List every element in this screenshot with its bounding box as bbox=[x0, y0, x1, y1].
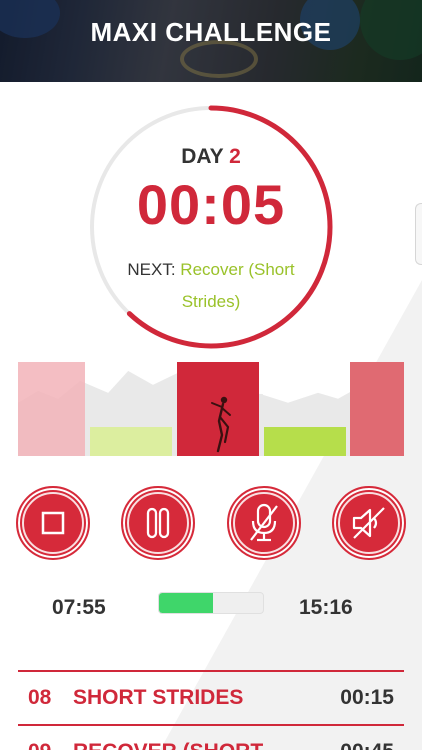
exercise-number: 08 bbox=[28, 686, 52, 709]
page-title: MAXI CHALLENGE bbox=[90, 17, 332, 47]
workout-progress-bar bbox=[158, 592, 264, 614]
list-divider bbox=[18, 724, 404, 726]
stop-button[interactable] bbox=[16, 486, 90, 560]
mute-sound-button[interactable] bbox=[332, 486, 406, 560]
list-divider bbox=[18, 670, 404, 672]
exercise-name: SHORT STRIDES bbox=[73, 686, 244, 709]
exercise-number: 09 bbox=[28, 740, 51, 750]
pause-icon bbox=[146, 507, 170, 539]
list-item[interactable]: 08 SHORT STRIDES 00:15 bbox=[18, 673, 404, 723]
stop-icon bbox=[41, 511, 65, 535]
list-item[interactable]: 09 RECOVER (SHORT 00:45 bbox=[18, 727, 404, 750]
day-label: DAY 2 bbox=[0, 145, 422, 169]
next-exercise: NEXT: Recover (Short Strides) bbox=[112, 254, 310, 318]
runner-icon bbox=[211, 396, 231, 453]
exercise-duration: 00:15 bbox=[340, 686, 394, 709]
interval-segment-1 bbox=[18, 362, 85, 456]
interval-segment-5 bbox=[350, 362, 404, 456]
microphone-muted-icon bbox=[250, 503, 278, 542]
elapsed-time: 07:55 bbox=[52, 596, 106, 619]
header-banner: MAXI CHALLENGE bbox=[0, 0, 422, 82]
pause-button[interactable] bbox=[121, 486, 195, 560]
interval-segment-4 bbox=[264, 427, 346, 456]
countdown-timer: 00:05 bbox=[136, 173, 286, 236]
mute-voice-button[interactable] bbox=[227, 486, 301, 560]
next-prefix: NEXT: bbox=[127, 260, 176, 279]
total-time: 15:16 bbox=[299, 596, 353, 619]
next-exercise-name: Recover (Short Strides) bbox=[180, 260, 295, 311]
app-screen: MAXI CHALLENGE DAY 2 00:05 NEXT: Recover… bbox=[0, 0, 422, 750]
exercise-name: RECOVER (SHORT bbox=[73, 740, 263, 750]
day-number: 2 bbox=[229, 145, 241, 168]
day-prefix: DAY bbox=[181, 145, 224, 168]
exercise-duration: 00:45 bbox=[340, 740, 394, 750]
speaker-muted-icon bbox=[352, 507, 385, 539]
workout-progress-fill bbox=[159, 593, 214, 613]
interval-segment-2 bbox=[90, 427, 172, 456]
